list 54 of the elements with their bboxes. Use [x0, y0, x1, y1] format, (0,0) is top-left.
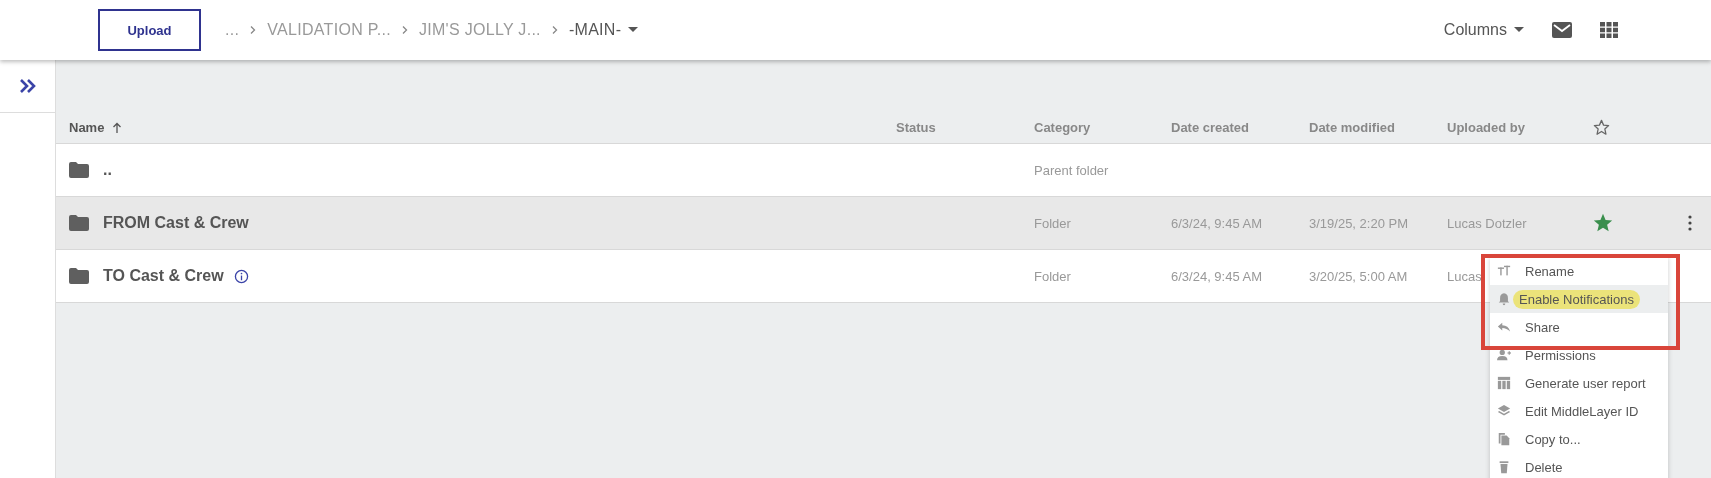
- menu-item-label: Delete: [1524, 458, 1564, 477]
- people-icon: [1497, 348, 1511, 362]
- copy-icon: [1497, 432, 1511, 446]
- caret-icon: [1514, 27, 1524, 33]
- folder-icon: [69, 162, 89, 178]
- info-icon[interactable]: [233, 268, 249, 284]
- table-cell: 3/19/25, 2:20 PM: [1309, 215, 1408, 231]
- menu-item-label: Share: [1524, 318, 1561, 337]
- table-cell: 3/20/25, 5:00 AM: [1309, 268, 1408, 284]
- menu-item-label: Edit MiddleLayer ID: [1524, 402, 1640, 421]
- menu-item[interactable]: Generate user report: [1490, 369, 1668, 397]
- menu-item-label: Copy to...: [1524, 430, 1582, 449]
- text-size-icon: [1497, 264, 1511, 278]
- menu-item[interactable]: Delete: [1490, 453, 1668, 478]
- columns-button[interactable]: Columns: [1443, 21, 1524, 39]
- reply-arrow-icon: [1497, 320, 1511, 334]
- mail-icon[interactable]: [1552, 22, 1572, 38]
- table-cell: Folder: [1034, 268, 1071, 284]
- star-icon[interactable]: [1592, 212, 1614, 234]
- bell-icon: [1497, 292, 1511, 306]
- menu-item[interactable]: Permissions: [1490, 341, 1668, 369]
- menu-item-label: Rename: [1524, 262, 1576, 281]
- menu-item-label: Permissions: [1524, 346, 1597, 365]
- table-cell: Parent folder: [1034, 162, 1109, 178]
- table-cell: 6/3/24, 9:45 AM: [1171, 268, 1263, 284]
- table-row[interactable]: FROM Cast & Crew Folder 6/3/24, 9:45 AM 3/19/25, 2:20 PM Lucas Dotzler: [56, 197, 1711, 250]
- layers-icon: [1497, 404, 1511, 418]
- table-cell: Lucas Dotzler: [1447, 215, 1527, 231]
- folder-name[interactable]: TO Cast & Crew: [103, 267, 224, 285]
- trash-icon: [1497, 460, 1511, 474]
- folder-name[interactable]: FROM Cast & Crew: [103, 214, 249, 232]
- table-cell: Lucas: [1447, 268, 1482, 284]
- folder-icon: [69, 215, 89, 231]
- menu-item[interactable]: Share: [1490, 313, 1668, 341]
- menu-item[interactable]: Enable Notifications: [1490, 285, 1668, 313]
- menu-item-label: Enable Notifications: [1513, 289, 1640, 309]
- table-icon: [1497, 376, 1511, 390]
- menu-item[interactable]: Edit MiddleLayer ID: [1490, 397, 1668, 425]
- expand-icon[interactable]: [17, 78, 38, 94]
- column-header[interactable]: Name: [69, 120, 896, 135]
- caret-icon[interactable]: [628, 27, 639, 33]
- folder-icon: [69, 268, 89, 284]
- grid-view-icon[interactable]: [1600, 22, 1618, 38]
- table-cell: 6/3/24, 9:45 AM: [1171, 215, 1263, 231]
- star-icon[interactable]: [1592, 118, 1611, 137]
- menu-item-label: Generate user report: [1524, 374, 1647, 393]
- breadcrumb-link[interactable]: -MAIN-: [568, 21, 622, 39]
- sort-arrow-icon: [112, 121, 123, 134]
- table-cell: Folder: [1034, 215, 1071, 231]
- upload-button[interactable]: Upload: [98, 9, 201, 51]
- more-options-icon[interactable]: [1688, 215, 1692, 231]
- menu-item[interactable]: Copy to...: [1490, 425, 1668, 453]
- table-row[interactable]: .. Parent folder: [56, 144, 1711, 197]
- folder-name[interactable]: ..: [103, 161, 112, 179]
